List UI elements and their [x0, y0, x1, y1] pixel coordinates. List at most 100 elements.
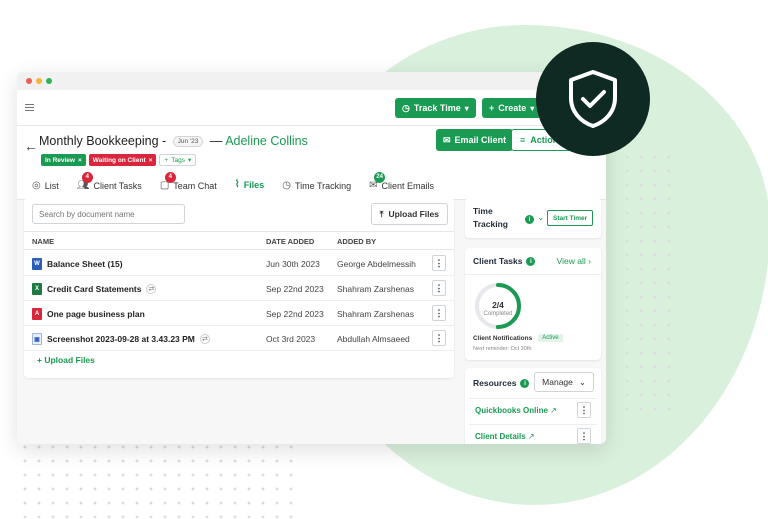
- time-tracking-card: Time Tracking i ⌄ Start Timer: [465, 198, 601, 238]
- column-date-added[interactable]: DATE ADDED: [266, 237, 314, 246]
- file-name[interactable]: A One page business plan: [32, 308, 145, 320]
- table-row[interactable]: A One page business plan Sep 22nd 2023 Sh…: [24, 301, 454, 326]
- plus-icon: +: [37, 355, 42, 365]
- table-row[interactable]: W Balance Sheet (15) Jun 30th 2023 George…: [24, 251, 454, 276]
- more-options-icon[interactable]: ⋮: [432, 330, 446, 346]
- more-options-icon[interactable]: ⋮: [577, 428, 591, 444]
- resources-heading: Resources i: [473, 378, 530, 388]
- close-icon[interactable]: ×: [149, 157, 153, 164]
- share-icon: ⇄: [146, 284, 157, 294]
- file-name[interactable]: W Balance Sheet (15): [32, 258, 123, 270]
- tab-files[interactable]: ⌇ Files: [225, 172, 274, 200]
- client-tasks-heading: Client Tasks i: [473, 256, 536, 266]
- chevron-right-icon: ›: [588, 256, 591, 266]
- more-options-icon[interactable]: ⋮: [432, 280, 446, 296]
- chevron-down-icon: ▾: [530, 103, 535, 113]
- tab-team-chat[interactable]: 4 ▢ Team Chat: [151, 171, 226, 200]
- close-icon[interactable]: ×: [78, 157, 82, 164]
- tab-client-tasks[interactable]: 4 👥︎ Client Tasks: [68, 171, 151, 200]
- list-icon: ≡: [520, 135, 526, 145]
- tab-client-emails[interactable]: 24 ✉ Client Emails: [360, 171, 443, 200]
- info-icon[interactable]: i: [526, 256, 536, 266]
- dot-pattern: [620, 150, 680, 410]
- plus-icon: +: [164, 156, 169, 164]
- info-icon[interactable]: i: [520, 378, 530, 388]
- window-titlebar: [17, 72, 606, 90]
- client-name-link[interactable]: Adeline Collins: [225, 134, 308, 148]
- excel-file-icon: X: [32, 283, 42, 295]
- file-name[interactable]: X Credit Card Statements ⇄: [32, 283, 157, 295]
- top-bar: ◷ Track Time ▾ + Create ▾: [17, 90, 606, 126]
- plus-icon: +: [489, 103, 495, 113]
- resource-link[interactable]: Quickbooks Online ↗: [475, 406, 557, 415]
- more-options-icon[interactable]: ⋮: [432, 305, 446, 321]
- tag-waiting-on-client[interactable]: Waiting on Client ×: [88, 154, 157, 166]
- notification-badge: 4: [164, 171, 176, 183]
- security-shield-badge: [536, 42, 650, 156]
- word-file-icon: W: [32, 258, 42, 270]
- table-row[interactable]: ▣ Screenshot 2023-09-28 at 3.43.23 PM ⇄ Oc…: [24, 326, 454, 351]
- track-time-button[interactable]: ◷ Track Time ▾: [395, 98, 476, 118]
- start-timer-button[interactable]: Start Timer: [547, 210, 594, 226]
- tag-list: In Review × Waiting on Client × + Tags ▾: [41, 154, 197, 166]
- notification-badge: 4: [81, 171, 93, 183]
- upload-icon: ⤒: [379, 208, 384, 219]
- image-file-icon: ▣: [32, 333, 42, 345]
- upload-files-link[interactable]: + Upload Files: [37, 355, 95, 365]
- manage-dropdown[interactable]: Manage ⌄: [534, 372, 594, 392]
- target-icon: ◎: [32, 180, 41, 191]
- view-all-link[interactable]: View all ›: [557, 256, 591, 266]
- notification-badge: 24: [374, 171, 386, 183]
- external-link-icon: ↗: [527, 432, 535, 441]
- upload-files-button[interactable]: ⤒ Upload Files: [370, 203, 448, 225]
- status-badge: Active: [538, 334, 563, 342]
- resource-item[interactable]: Client Details ↗ ⋮: [469, 424, 597, 444]
- menu-icon[interactable]: [25, 104, 34, 111]
- external-link-icon: ↗: [550, 406, 557, 415]
- tab-time-tracking[interactable]: ◷ Time Tracking: [273, 172, 360, 200]
- date-pill: Jun '23: [172, 136, 204, 147]
- column-name[interactable]: NAME: [32, 237, 54, 246]
- close-window-dot[interactable]: [26, 78, 32, 84]
- time-tracking-label: Time Tracking: [473, 206, 508, 229]
- file-name[interactable]: ▣ Screenshot 2023-09-28 at 3.43.23 PM ⇄: [32, 333, 210, 345]
- client-notifications: Client Notifications Active: [473, 334, 563, 342]
- clock-icon: ◷: [402, 102, 410, 113]
- files-card: ⤒ Upload Files NAME DATE ADDED ADDED BY …: [24, 198, 454, 378]
- app-window: ◷ Track Time ▾ + Create ▾ ← Monthly Book…: [17, 72, 606, 444]
- divider: [465, 274, 601, 275]
- search-input[interactable]: [32, 204, 185, 224]
- progress-text: 2/4: [492, 300, 504, 310]
- pdf-file-icon: A: [32, 308, 42, 320]
- table-row[interactable]: X Credit Card Statements ⇄ Sep 22nd 2023 S…: [24, 276, 454, 301]
- more-options-icon[interactable]: ⋮: [432, 255, 446, 271]
- chevron-down-icon: ⌄: [578, 376, 586, 387]
- shield-check-icon: [569, 70, 617, 128]
- column-added-by[interactable]: ADDED BY: [337, 237, 376, 246]
- tags-dropdown[interactable]: + Tags ▾: [159, 154, 197, 166]
- tag-in-review[interactable]: In Review ×: [41, 154, 86, 166]
- table-header: NAME DATE ADDED ADDED BY: [24, 231, 454, 250]
- more-options-icon[interactable]: ⋮: [577, 402, 591, 418]
- stage: ◷ Track Time ▾ + Create ▾ ← Monthly Book…: [0, 0, 768, 519]
- clock-icon: ◷: [282, 180, 291, 191]
- next-reminder: Next reminder: Oct 30th: [473, 346, 532, 352]
- paperclip-icon: ⌇: [234, 179, 240, 190]
- dot-pattern: [18, 440, 300, 518]
- tab-list[interactable]: ◎ List: [23, 172, 68, 200]
- resources-card: Resources i Manage ⌄ Quickbooks Online ↗…: [465, 368, 601, 444]
- minimize-window-dot[interactable]: [36, 78, 42, 84]
- info-icon[interactable]: i: [525, 215, 534, 224]
- chevron-down-icon[interactable]: ⌄: [537, 212, 545, 223]
- chevron-down-icon: ▾: [187, 157, 192, 164]
- maximize-window-dot[interactable]: [46, 78, 52, 84]
- email-client-button[interactable]: ✉ Email Client: [436, 129, 514, 151]
- back-arrow-icon[interactable]: ←: [24, 138, 38, 154]
- resource-item[interactable]: Quickbooks Online ↗ ⋮: [469, 398, 597, 422]
- tab-bar: ◎ List 4 👥︎ Client Tasks 4 ▢ Team Chat ⌇ Files…: [17, 171, 606, 200]
- client-tasks-card: Client Tasks i View all › 2/4 Completed …: [465, 248, 601, 360]
- resource-link[interactable]: Client Details ↗: [475, 432, 535, 441]
- create-button[interactable]: + Create ▾: [482, 98, 542, 118]
- progress-label: Completed: [483, 311, 513, 317]
- envelope-icon: ✉: [443, 134, 451, 145]
